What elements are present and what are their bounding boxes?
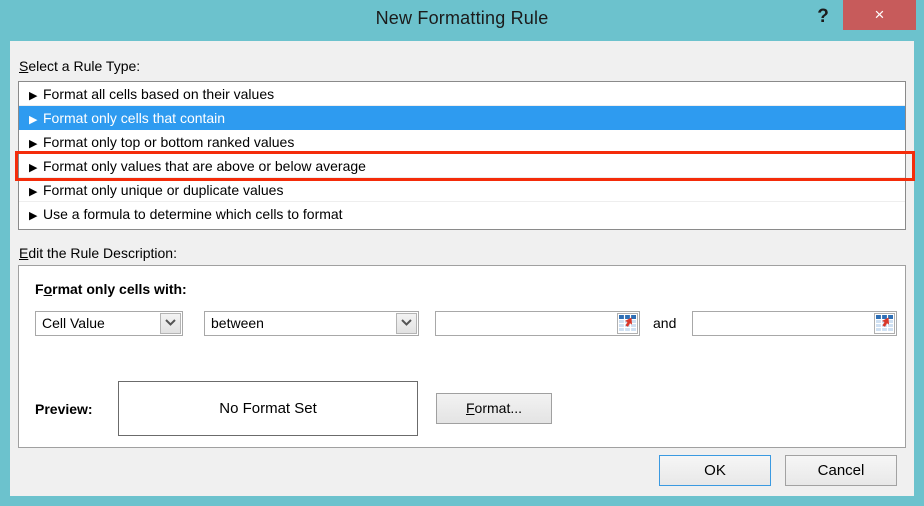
preview-label: Preview:: [35, 401, 93, 417]
cancel-button[interactable]: Cancel: [785, 455, 897, 486]
cell-value-dropdown[interactable]: Cell Value: [35, 311, 183, 336]
cell-value-dropdown-value: Cell Value: [42, 315, 105, 331]
conjunction-label: and: [653, 315, 677, 331]
triangle-icon: ▶: [29, 114, 38, 126]
rule-type-option-label: Format only top or bottom ranked values: [43, 134, 295, 150]
rule-type-option[interactable]: ▶ Format only unique or duplicate values: [19, 178, 905, 202]
triangle-icon: ▶: [29, 90, 38, 102]
rule-type-option-label: Format only values that are above or bel…: [43, 158, 366, 174]
rule-description-label: Edit the Rule Description:: [19, 245, 177, 261]
rule-description-panel: Format only cells with: Cell Value betwe…: [18, 265, 906, 448]
triangle-icon: ▶: [29, 162, 38, 174]
rule-type-option[interactable]: ▶ Format only values that are above or be…: [19, 154, 905, 178]
range-picker-icon[interactable]: [617, 313, 638, 334]
chevron-down-icon[interactable]: [396, 313, 417, 334]
rule-type-label: Select a Rule Type:: [19, 58, 141, 74]
triangle-icon: ▶: [29, 186, 38, 198]
ok-button[interactable]: OK: [659, 455, 771, 486]
rule-type-option-label: Format only unique or duplicate values: [43, 182, 284, 198]
value-field-1[interactable]: [435, 311, 640, 336]
triangle-icon: ▶: [29, 138, 38, 150]
title-bar: New Formatting Rule ? ×: [0, 0, 924, 41]
value-input-2[interactable]: [693, 312, 872, 335]
value-input-1[interactable]: [436, 312, 615, 335]
preview-box: No Format Set: [118, 381, 418, 436]
help-icon[interactable]: ?: [806, 2, 840, 32]
rule-type-option-selected[interactable]: ▶ Format only cells that contain: [19, 106, 905, 130]
rule-type-option-label: Format only cells that contain: [43, 110, 226, 126]
value-field-2[interactable]: [692, 311, 897, 336]
format-cells-with-heading: Format only cells with:: [35, 281, 187, 297]
chevron-down-icon[interactable]: [160, 313, 181, 334]
dialog-title: New Formatting Rule: [375, 8, 549, 28]
close-icon[interactable]: ×: [843, 0, 916, 30]
dialog-body: Select a Rule Type: ▶ Format all cells ba…: [10, 41, 915, 496]
format-button[interactable]: Format...: [436, 393, 552, 424]
triangle-icon: ▶: [29, 210, 38, 222]
rule-type-option-label: Format all cells based on their values: [43, 86, 275, 102]
rule-type-option[interactable]: ▶ Use a formula to determine which cells …: [19, 202, 905, 226]
range-picker-icon[interactable]: [874, 313, 895, 334]
rule-type-option[interactable]: ▶ Format all cells based on their values: [19, 82, 905, 106]
rule-type-option-label: Use a formula to determine which cells t…: [43, 206, 343, 222]
operator-dropdown[interactable]: between: [204, 311, 419, 336]
new-formatting-rule-dialog: New Formatting Rule ? × Select a Rule Ty…: [0, 0, 924, 506]
operator-dropdown-value: between: [211, 315, 264, 331]
rule-type-option[interactable]: ▶ Format only top or bottom ranked values: [19, 130, 905, 154]
rule-type-listbox[interactable]: ▶ Format all cells based on their values …: [18, 81, 906, 230]
